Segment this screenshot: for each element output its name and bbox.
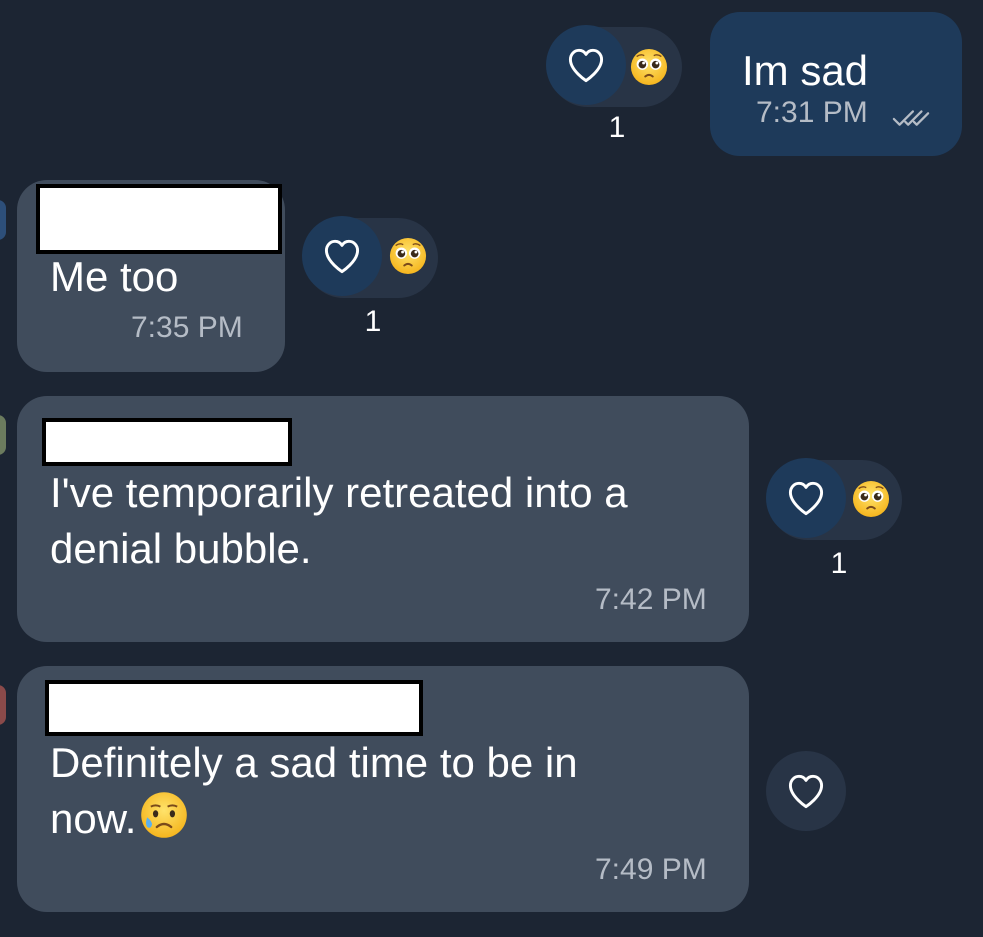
message-bubble-incoming[interactable]: Definitely a sad time to be in now. 7:49… — [17, 666, 749, 912]
message-text-line-1: Definitely a sad time to be in — [50, 739, 578, 786]
sad-but-relieved-face-emoji — [140, 791, 188, 839]
message-bubble-incoming[interactable]: I've temporarily retreated into a denial… — [17, 396, 749, 642]
heart-outline-icon — [564, 43, 608, 87]
pleading-face-emoji[interactable] — [852, 480, 890, 518]
heart-outline-icon — [784, 769, 828, 813]
react-heart-button[interactable] — [766, 751, 846, 831]
message-timestamp: 7:49 PM — [595, 853, 707, 886]
message-text-line-1: I've temporarily retreated into a — [50, 469, 628, 516]
reaction-count: 1 — [364, 305, 382, 338]
pleading-face-emoji[interactable] — [630, 48, 668, 86]
message-text-line-2: denial bubble. — [50, 525, 312, 572]
redacted-sender-name — [36, 184, 282, 254]
message-timestamp: 7:31 PM — [756, 96, 868, 129]
message-text: Me too — [50, 253, 179, 300]
read-double-check-icon — [892, 108, 930, 130]
react-heart-button[interactable] — [546, 25, 626, 105]
pleading-face-emoji[interactable] — [389, 237, 427, 275]
redacted-sender-name — [45, 680, 423, 736]
message-text-content: now. — [50, 795, 137, 842]
message-text-line-2: now. — [50, 790, 188, 848]
react-heart-button[interactable] — [302, 216, 382, 296]
heart-outline-icon — [784, 476, 828, 520]
avatar[interactable] — [0, 685, 6, 725]
message-text: Im sad — [742, 47, 869, 94]
message-timestamp: 7:35 PM — [131, 311, 243, 344]
avatar[interactable] — [0, 415, 6, 455]
message-bubble-outgoing[interactable]: Im sad 7:31 PM — [710, 12, 962, 156]
message-bubble-incoming[interactable]: Me too 7:35 PM — [17, 180, 285, 372]
message-timestamp: 7:42 PM — [595, 583, 707, 616]
reaction-count: 1 — [830, 547, 848, 580]
avatar[interactable] — [0, 200, 6, 240]
heart-outline-icon — [320, 234, 364, 278]
redacted-sender-name — [42, 418, 292, 466]
react-heart-button[interactable] — [766, 458, 846, 538]
reaction-count: 1 — [608, 111, 626, 144]
